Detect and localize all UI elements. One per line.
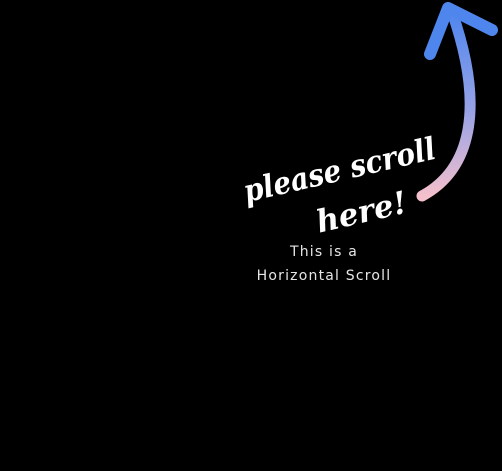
caption-line-2: Horizontal Scroll: [256, 268, 392, 284]
caption-line-1: This is a: [289, 244, 359, 260]
scroll-hint-line1: please scroll: [240, 131, 439, 210]
scroll-caption: This is a Horizontal Scroll: [232, 240, 416, 288]
horizontal-scroll-area[interactable]: please scroll here! This is a Horizontal…: [0, 0, 502, 471]
scroll-hint-line2: here!: [313, 185, 411, 236]
scroll-hint: please scroll here!: [240, 131, 439, 236]
